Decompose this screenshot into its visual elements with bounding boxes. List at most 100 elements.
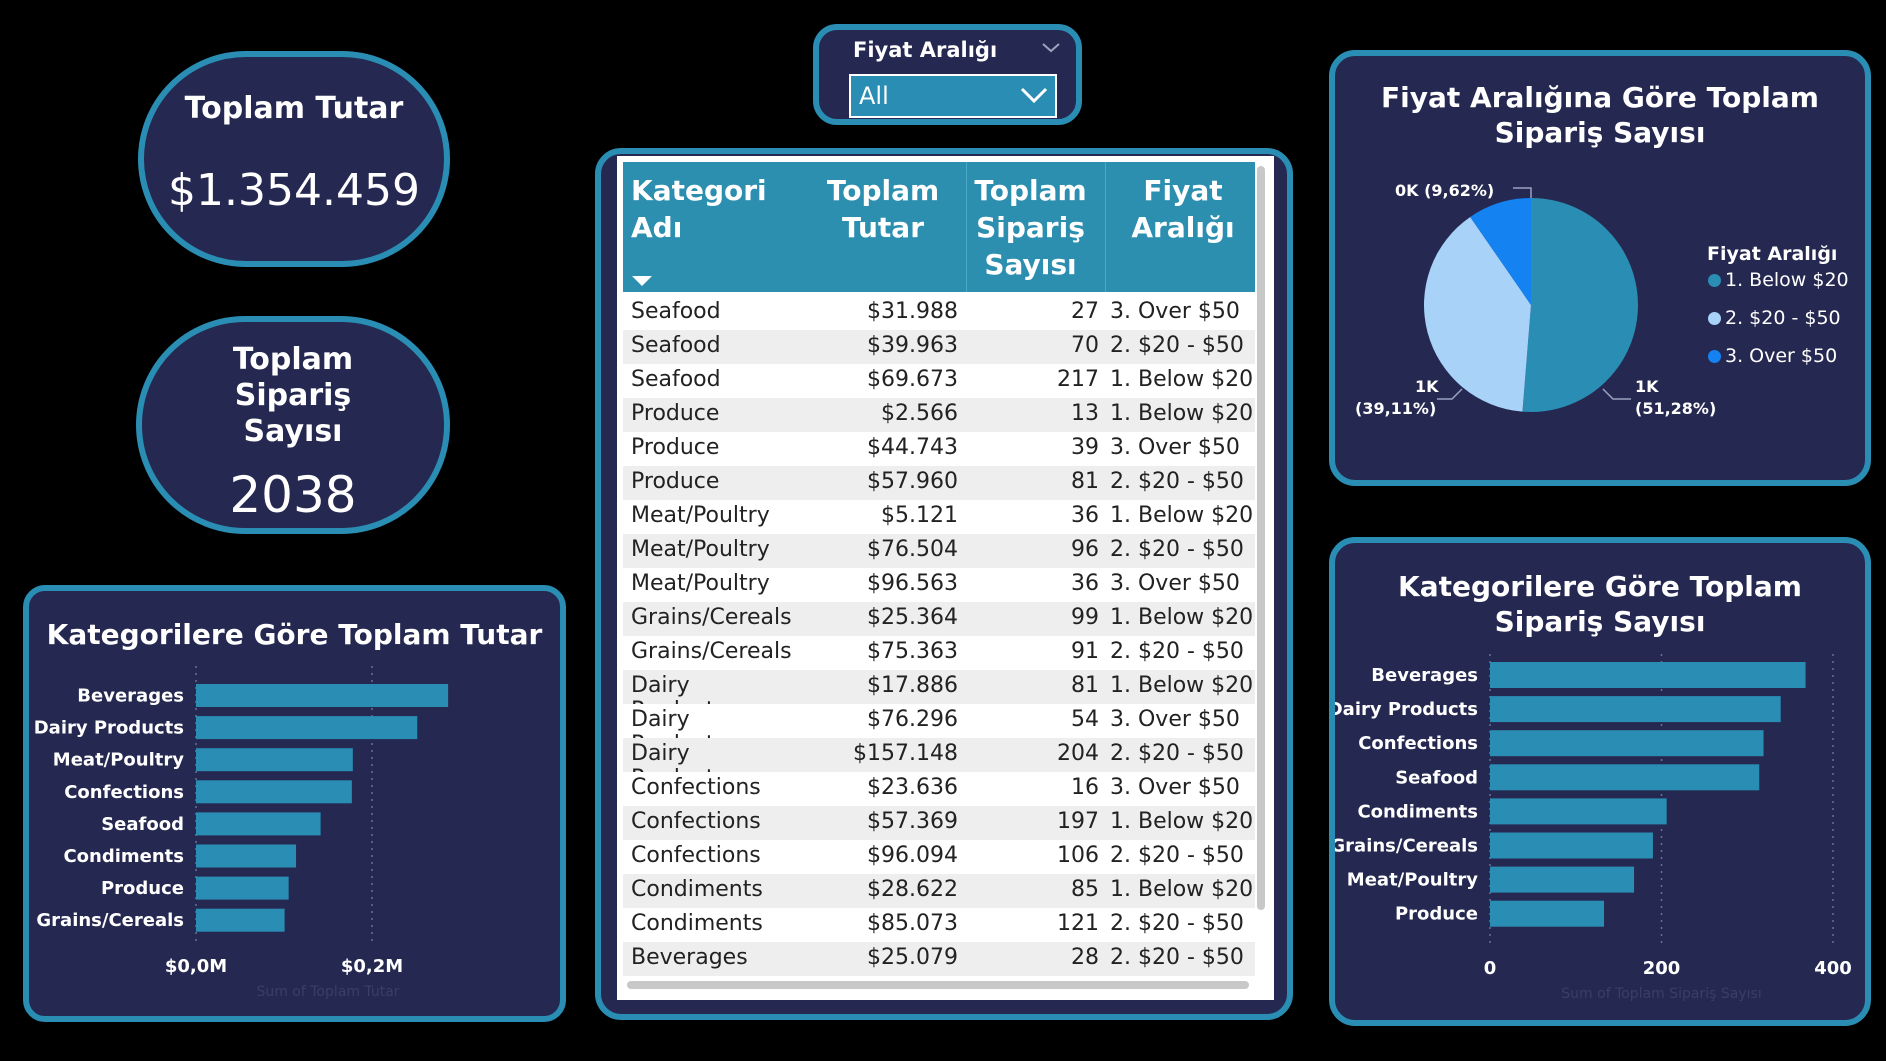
sort-desc-icon[interactable] [631, 274, 653, 288]
cell-category: Grains/Cereals [631, 639, 792, 664]
cell-total-amount: $96.094 [867, 843, 958, 868]
data-table: Kategori Adı Toplam Tutar Toplam Sipariş… [617, 156, 1274, 1000]
x-tick-label: 400 [1814, 958, 1852, 979]
cell-category: Meat/Poultry [631, 571, 770, 596]
table-row[interactable]: Dairy Products$157.1482042. $20 - $50 [623, 738, 1255, 791]
column-header-price-range[interactable]: Fiyat Aralığı [1113, 172, 1253, 246]
kpi-card-total-orders: Toplam Sipariş Sayısı 2038 [136, 316, 450, 534]
cell-category: Meat/Poultry [631, 537, 770, 562]
bar [1490, 730, 1764, 757]
cell-price-range: 3. Over $50 [1110, 435, 1240, 460]
table-row[interactable]: Seafood $39.963 70 2. $20 - $50 [623, 330, 1255, 364]
cell-price-range: 2. $20 - $50 [1110, 945, 1244, 970]
cell-total-amount: $17.886 [867, 673, 958, 698]
category-label: Produce [1395, 904, 1478, 925]
kpi-title: Toplam Sipariş Sayısı [232, 342, 354, 449]
table-row[interactable]: Produce $44.743 39 3. Over $50 [623, 432, 1255, 466]
category-label: Grains/Cereals [36, 910, 184, 931]
cell-order-count: 36 [1071, 503, 1099, 528]
cell-order-count: 36 [1071, 571, 1099, 596]
legend-item[interactable]: 3. Over $50 [1708, 345, 1837, 367]
bar [1490, 764, 1760, 791]
data-label-leader [1513, 187, 1532, 198]
cell-category: Seafood [631, 299, 721, 324]
table-row[interactable]: Beverages $25.079 28 2. $20 - $50 [623, 942, 1255, 976]
data-label: (51,28%) [1635, 399, 1716, 418]
x-axis-title: Sum of Toplam Tutar [256, 984, 399, 1000]
bar-chart-total-amount-panel: Kategorilere Göre Toplam Tutar $0,0M $0,2… [23, 585, 566, 1022]
table-row[interactable]: Meat/Poultry $5.121 36 1. Below $20 [623, 500, 1255, 534]
table-row[interactable]: Condiments $28.622 85 1. Below $20 [623, 874, 1255, 908]
cell-price-range: 2. $20 - $50 [1110, 469, 1244, 494]
table-row[interactable]: Meat/Poultry $96.563 36 3. Over $50 [623, 568, 1255, 602]
slicer-dropdown[interactable]: All [849, 74, 1057, 118]
data-label-leader [1437, 388, 1463, 400]
table-row[interactable]: Grains/Cereals $75.363 91 2. $20 - $50 [623, 636, 1255, 670]
table-row[interactable]: Confections $57.369 197 1. Below $20 [623, 806, 1255, 840]
x-tick-label: 200 [1643, 958, 1681, 979]
data-label: 1K [1415, 377, 1439, 396]
column-header-total-amount[interactable]: Toplam Tutar [823, 172, 943, 246]
category-label: Grains/Cereals [1335, 836, 1478, 857]
legend-label: 3. Over $50 [1725, 345, 1838, 367]
category-label: Confections [64, 782, 184, 803]
cell-price-range: 1. Below $20 [1110, 877, 1254, 902]
cell-total-amount: $157.148 [853, 741, 958, 766]
table-row[interactable]: Produce $2.566 13 1. Below $20 [623, 398, 1255, 432]
category-label: Seafood [101, 814, 184, 835]
cell-total-amount: $96.563 [867, 571, 958, 596]
cell-total-amount: $76.296 [867, 707, 958, 732]
cell-price-range: 1. Below $20 [1110, 367, 1254, 392]
x-tick-label: 0 [1484, 958, 1497, 979]
legend-item[interactable]: 2. $20 - $50 [1708, 307, 1841, 329]
table-row[interactable]: Dairy Products$17.886811. Below $20 [623, 670, 1255, 723]
cell-category: Condiments [631, 911, 763, 936]
category-label: Confections [1358, 733, 1478, 754]
table-row[interactable]: Seafood $69.673 217 1. Below $20 [623, 364, 1255, 398]
bar [1490, 798, 1667, 825]
vertical-scrollbar[interactable] [1257, 166, 1265, 910]
table-row[interactable]: Confections $23.636 16 3. Over $50 [623, 772, 1255, 806]
kpi-value: $1.354.459 [168, 165, 420, 216]
cell-price-range: 3. Over $50 [1110, 707, 1240, 732]
legend-item[interactable]: 1. Below $20 [1708, 269, 1849, 291]
table-row[interactable]: Condiments $85.073 121 2. $20 - $50 [623, 908, 1255, 942]
cell-category: Seafood [631, 333, 721, 358]
cell-price-range: 2. $20 - $50 [1110, 639, 1244, 664]
category-label: Beverages [1371, 665, 1478, 686]
table-row[interactable]: Produce $57.960 81 2. $20 - $50 [623, 466, 1255, 500]
table-row[interactable]: Grains/Cereals $25.364 99 1. Below $20 [623, 602, 1255, 636]
cell-order-count: 96 [1071, 537, 1099, 562]
cell-total-amount: $2.566 [881, 401, 958, 426]
cell-total-amount: $31.988 [867, 299, 958, 324]
cell-order-count: 204 [1057, 741, 1099, 766]
cell-order-count: 91 [1071, 639, 1099, 664]
cell-order-count: 121 [1057, 911, 1099, 936]
cell-total-amount: $44.743 [867, 435, 958, 460]
horizontal-scrollbar[interactable] [627, 981, 1249, 989]
bar-chart-order-count: 0 200 400 Beverages Dairy Products Confection… [1335, 654, 1852, 1002]
table-row[interactable]: Seafood $31.988 27 3. Over $50 [623, 296, 1255, 330]
table-header: Kategori Adı Toplam Tutar Toplam Sipariş… [623, 162, 1255, 292]
category-label: Meat/Poultry [53, 750, 184, 771]
cell-price-range: 3. Over $50 [1110, 571, 1240, 596]
category-label: Condiments [1357, 801, 1478, 822]
cell-total-amount: $28.622 [867, 877, 958, 902]
column-header-category[interactable]: Kategori Adı [631, 172, 801, 246]
cell-total-amount: $76.504 [867, 537, 958, 562]
cell-total-amount: $25.079 [867, 945, 958, 970]
table-row[interactable]: Confections $96.094 106 2. $20 - $50 [623, 840, 1255, 874]
cell-price-range: 1. Below $20 [1110, 673, 1254, 698]
cell-category: Seafood [631, 367, 721, 392]
cell-total-amount: $25.364 [867, 605, 958, 630]
cell-price-range: 2. $20 - $50 [1110, 333, 1244, 358]
table-row[interactable]: Dairy Products$76.296543. Over $50 [623, 704, 1255, 757]
column-header-order-count[interactable]: Toplam Sipariş Sayısı [963, 172, 1098, 283]
cell-order-count: 39 [1071, 435, 1099, 460]
category-label: Beverages [77, 686, 184, 707]
slicer-collapse-icon[interactable] [1041, 42, 1061, 54]
table-row[interactable]: Meat/Poultry $76.504 96 2. $20 - $50 [623, 534, 1255, 568]
cell-total-amount: $57.960 [867, 469, 958, 494]
header-divider [966, 162, 967, 292]
legend-label: 2. $20 - $50 [1725, 307, 1841, 329]
